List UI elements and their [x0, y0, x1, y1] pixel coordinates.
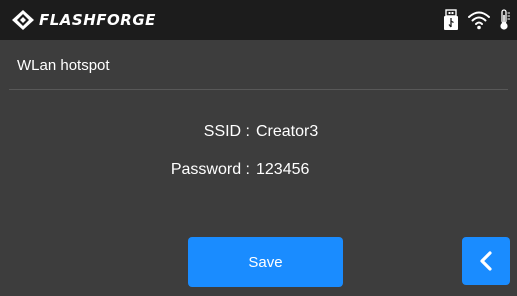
ssid-label: SSID :: [203, 123, 250, 140]
ssid-value: Creator3: [256, 123, 319, 140]
top-status-bar: FLASHFORGE: [0, 0, 517, 40]
chevron-left-icon: [480, 251, 492, 271]
wifi-icon: [468, 11, 490, 30]
password-label: Password :: [170, 161, 250, 178]
save-button-label: Save: [248, 253, 283, 271]
divider: [9, 89, 508, 90]
password-value: 123456: [256, 161, 310, 178]
save-button[interactable]: Save: [188, 237, 343, 287]
flashforge-logo-icon: [12, 10, 34, 30]
back-button[interactable]: [462, 237, 510, 285]
brand-logo-text: FLASHFORGE: [39, 11, 156, 29]
page-title: WLan hotspot: [17, 57, 110, 74]
thermometer-icon: [500, 9, 510, 30]
usb-icon: [444, 9, 458, 30]
